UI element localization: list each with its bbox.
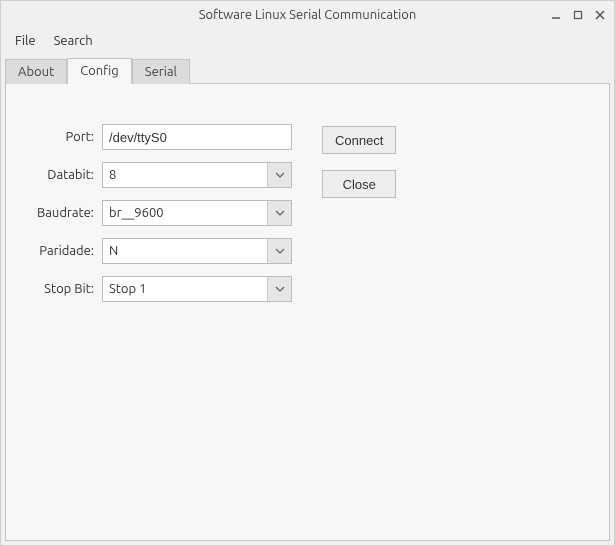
minimize-icon[interactable] (548, 7, 564, 23)
config-fields: Port: Databit: 8 Baudrate: br__9600 Pa (26, 124, 292, 302)
chevron-down-icon (267, 201, 291, 225)
baudrate-select[interactable]: br__9600 (102, 200, 292, 226)
label-port: Port: (26, 130, 96, 144)
paridade-select[interactable]: N (102, 238, 292, 264)
paridade-value: N (103, 244, 267, 258)
window-controls (548, 1, 608, 29)
label-databit: Databit: (26, 168, 96, 182)
menubar: File Search (1, 29, 614, 53)
titlebar: Software Linux Serial Communication (1, 1, 614, 29)
label-stopbit: Stop Bit: (26, 282, 96, 296)
tab-content-config: Port: Databit: 8 Baudrate: br__9600 Pa (5, 83, 610, 541)
databit-value: 8 (103, 168, 267, 182)
close-button[interactable]: Close (322, 170, 396, 198)
connect-button[interactable]: Connect (322, 126, 396, 154)
menu-file[interactable]: File (7, 32, 44, 50)
tab-about[interactable]: About (5, 59, 67, 84)
tab-config[interactable]: Config (67, 58, 132, 84)
label-paridade: Paridade: (26, 244, 96, 258)
chevron-down-icon (267, 163, 291, 187)
port-input[interactable] (102, 124, 292, 150)
label-baudrate: Baudrate: (26, 206, 96, 220)
config-form: Port: Databit: 8 Baudrate: br__9600 Pa (26, 124, 589, 302)
config-buttons: Connect Close (322, 124, 396, 302)
menu-search[interactable]: Search (46, 32, 101, 50)
maximize-icon[interactable] (570, 7, 586, 23)
tabstrip: About Config Serial (1, 53, 614, 83)
stopbit-value: Stop 1 (103, 282, 267, 296)
databit-select[interactable]: 8 (102, 162, 292, 188)
stopbit-select[interactable]: Stop 1 (102, 276, 292, 302)
window-title: Software Linux Serial Communication (9, 8, 606, 22)
chevron-down-icon (267, 277, 291, 301)
baudrate-value: br__9600 (103, 206, 267, 220)
app-window: Software Linux Serial Communication File… (0, 0, 615, 546)
close-icon[interactable] (592, 7, 608, 23)
chevron-down-icon (267, 239, 291, 263)
tab-serial[interactable]: Serial (132, 59, 190, 84)
